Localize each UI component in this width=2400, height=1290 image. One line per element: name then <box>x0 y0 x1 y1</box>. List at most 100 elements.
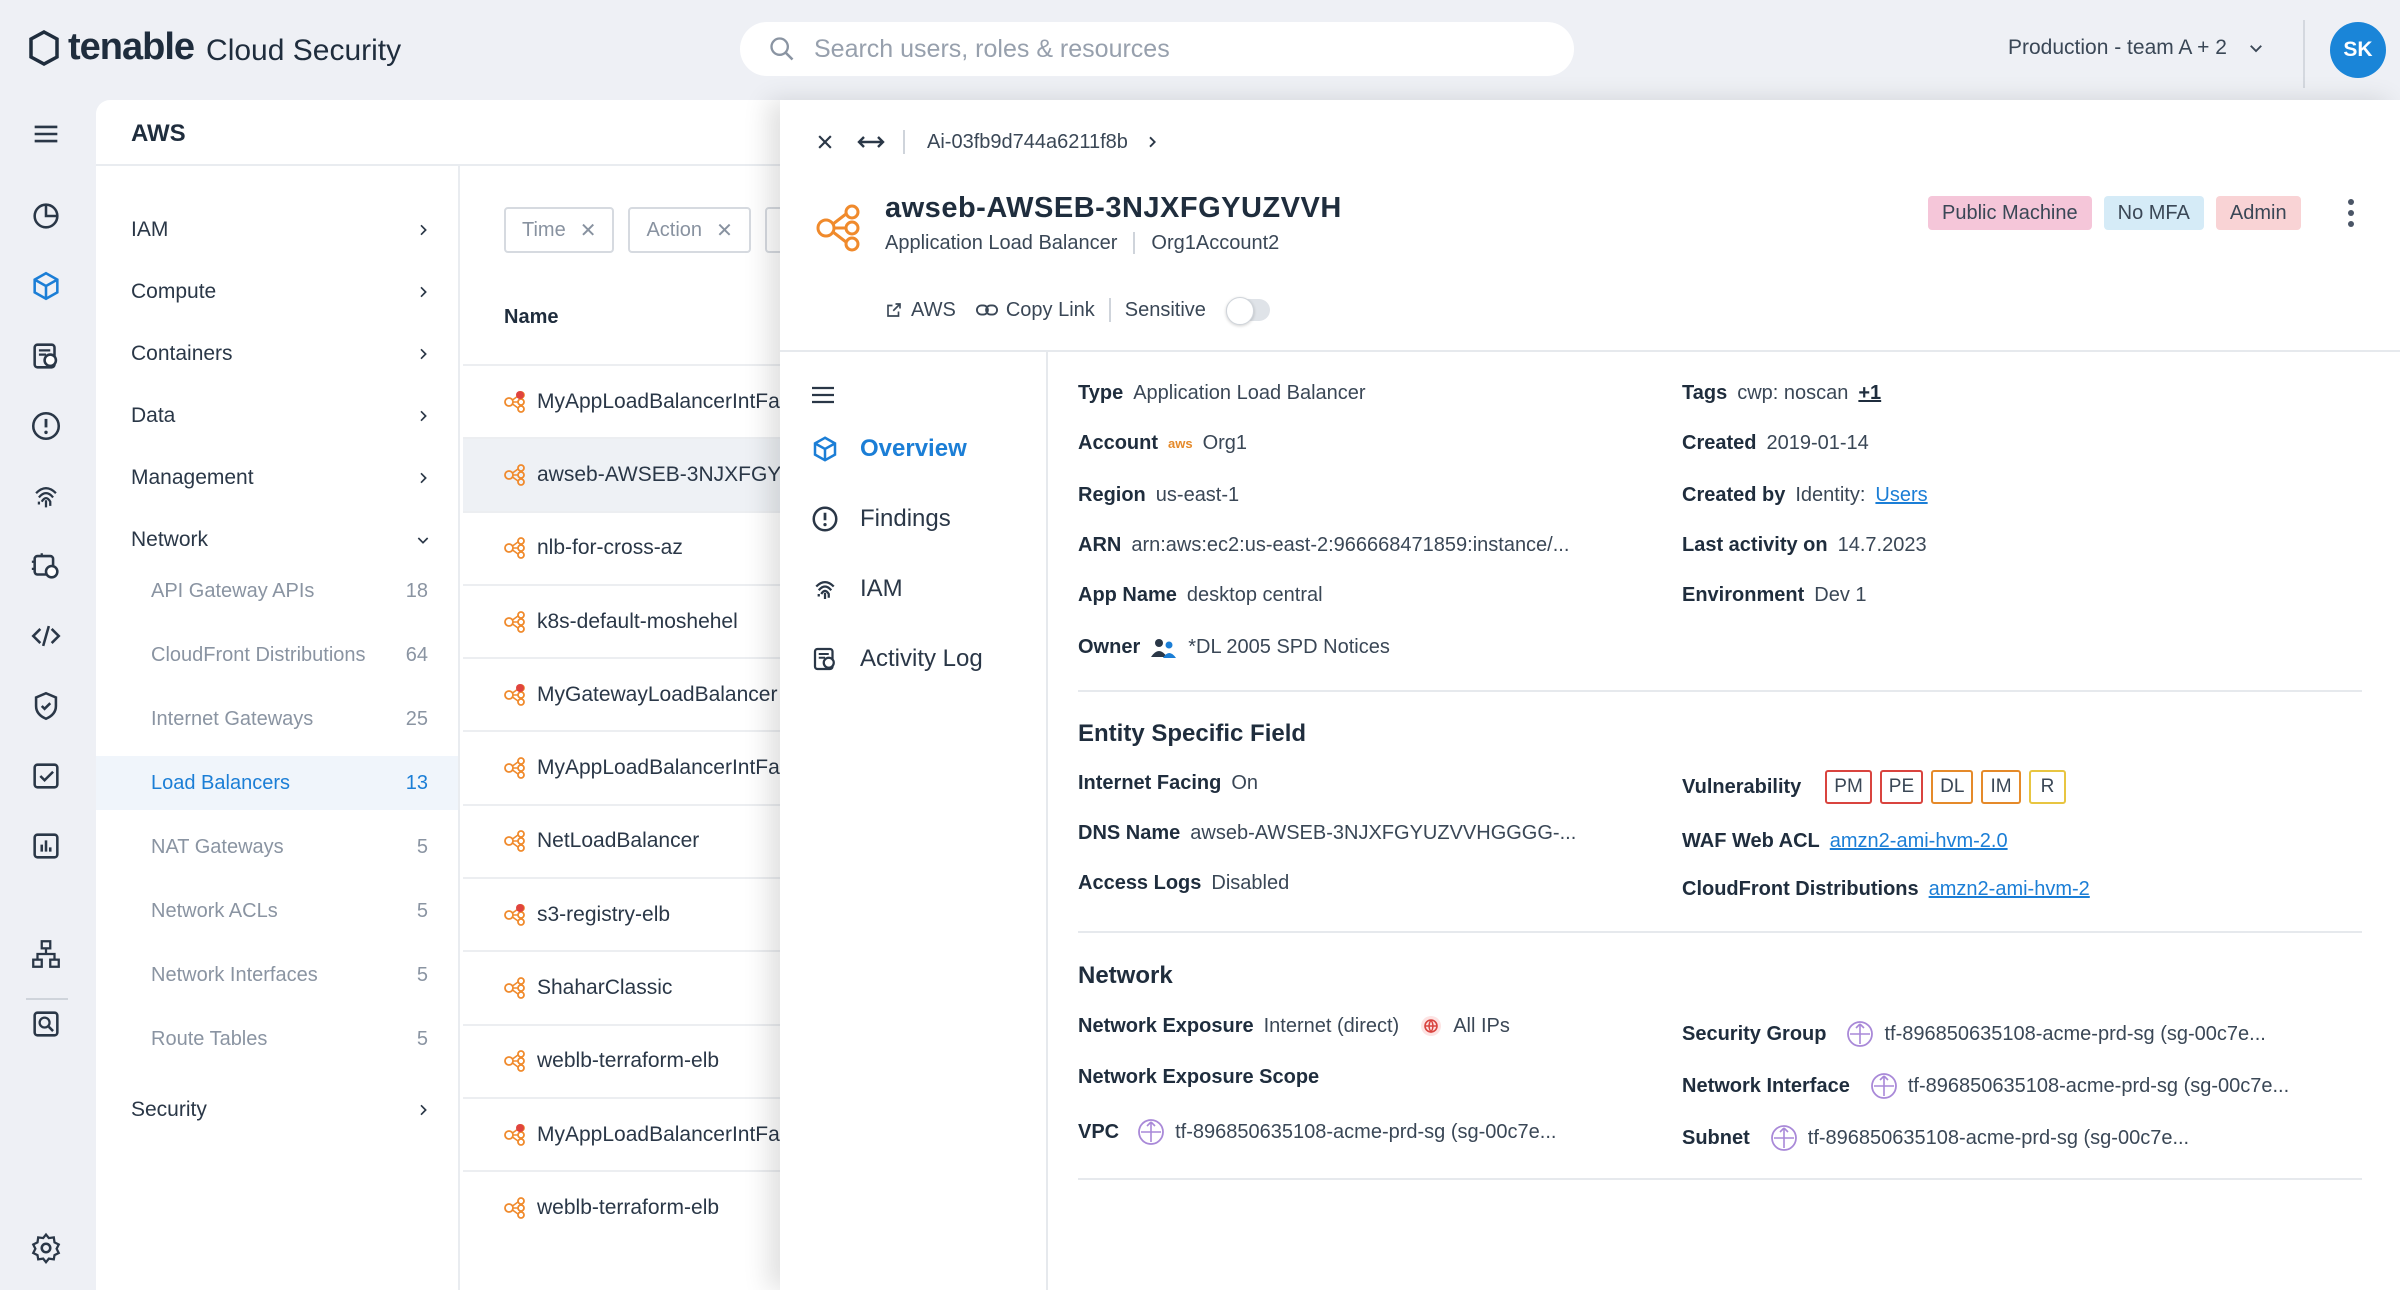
chevron-right-icon <box>420 1104 427 1116</box>
nav-category-management[interactable]: Management <box>131 466 431 490</box>
table-row[interactable]: nlb-for-cross-az <box>463 510 783 584</box>
close-icon[interactable] <box>815 132 835 152</box>
settings-icon[interactable] <box>26 1228 66 1268</box>
users-link[interactable]: Users <box>1875 484 1927 507</box>
chevron-right-icon <box>420 472 427 484</box>
nav-category-containers[interactable]: Containers <box>131 342 431 366</box>
tab-activity-log[interactable]: Activity Log <box>810 644 983 674</box>
search-doc-icon[interactable] <box>26 1004 66 1044</box>
nav-item-cloudfront[interactable]: CloudFront Distributions 64 <box>96 628 458 682</box>
chevron-down-icon <box>2249 45 2262 53</box>
field-value[interactable]: tf-896850635108-acme-prd-sg (sg-00c7e... <box>1884 1023 2265 1046</box>
nav-category-compute[interactable]: Compute <box>131 280 431 304</box>
table-row[interactable]: MyAppLoadBalancerIntFa <box>463 364 783 437</box>
field-label: Account <box>1078 432 1158 454</box>
analytics-icon[interactable] <box>26 826 66 866</box>
tenable-logo[interactable]: tenable Cloud Security <box>26 26 401 69</box>
nav-item-nat-gateways[interactable]: NAT Gateways 5 <box>96 820 458 874</box>
load-balancer-icon <box>504 757 525 780</box>
field-internet-facing: Internet Facing On <box>1078 772 1258 795</box>
nav-category-network[interactable]: Network <box>131 528 431 552</box>
nav-category-label: Containers <box>131 342 233 365</box>
nav-item-api-gateway[interactable]: API Gateway APIs 18 <box>96 564 458 618</box>
vulnerability-badge[interactable]: R <box>2028 770 2067 804</box>
tab-overview[interactable]: Overview <box>810 434 967 464</box>
table-row[interactable]: weblb-terraform-elb <box>463 1170 783 1243</box>
table-row[interactable]: awseb-AWSEB-3NJXFGY <box>463 437 783 511</box>
reports-icon[interactable] <box>26 336 66 376</box>
search-input[interactable] <box>814 34 1514 64</box>
resource-list: MyAppLoadBalancerIntFa awseb-AWSEB-3NJXFG… <box>463 364 783 1244</box>
copy-link-button[interactable]: Copy Link <box>975 299 1095 322</box>
row-name: NetLoadBalancer <box>537 829 700 853</box>
breadcrumb-id[interactable]: Ai-03fb9d744a6211f8b <box>927 131 1128 154</box>
vulnerability-badge[interactable]: DL <box>1931 770 1974 804</box>
open-aws-link[interactable]: AWS <box>885 299 956 322</box>
tab-findings[interactable]: Findings <box>810 504 951 534</box>
field-value[interactable]: tf-896850635108-acme-prd-sg (sg-00c7e... <box>1908 1075 2289 1098</box>
users-icon <box>1151 638 1177 658</box>
row-name: awseb-AWSEB-3NJXFGY <box>537 462 782 486</box>
field-created: Created 2019-01-14 <box>1682 432 1869 455</box>
field-value: *DL 2005 SPD Notices <box>1188 636 1390 658</box>
nav-item-label: Route Tables <box>151 1027 268 1050</box>
field-value[interactable]: tf-896850635108-acme-prd-sg (sg-00c7e... <box>1175 1121 1556 1144</box>
inventory-icon[interactable] <box>26 266 66 306</box>
table-row[interactable]: weblb-terraform-elb <box>463 1023 783 1097</box>
nav-item-network-acls[interactable]: Network ACLs 5 <box>96 884 458 938</box>
vulnerability-badge[interactable]: PM <box>1825 770 1872 804</box>
activity-log-icon <box>813 647 835 671</box>
nav-item-network-interfaces[interactable]: Network Interfaces 5 <box>96 948 458 1002</box>
table-row[interactable]: s3-registry-elb <box>463 877 783 950</box>
filter-chip-time[interactable]: Time ✕ <box>504 207 615 253</box>
filter-chip-action[interactable]: Action ✕ <box>628 207 751 253</box>
chevron-right-icon[interactable] <box>1144 134 1160 150</box>
field-arn: ARN arn:aws:ec2:us-east-2:966668471859:in… <box>1078 534 1569 557</box>
nav-item-internet-gateways[interactable]: Internet Gateways 25 <box>96 692 458 746</box>
vulnerability-badge[interactable]: IM <box>1981 770 2021 804</box>
findings-icon[interactable] <box>26 406 66 446</box>
aws-link-label: AWS <box>911 298 956 321</box>
dashboard-icon[interactable] <box>26 196 66 236</box>
vulnerability-badge[interactable]: PE <box>1879 770 1924 804</box>
close-icon[interactable]: ✕ <box>716 218 733 243</box>
field-network-interface: Network Interface tf-896850635108-acme-p… <box>1682 1072 2289 1100</box>
tab-iam[interactable]: IAM <box>810 574 903 604</box>
menu-icon[interactable] <box>26 114 66 154</box>
network-icon <box>1847 1021 1874 1047</box>
table-row[interactable]: MyAppLoadBalancerIntFa <box>463 730 783 803</box>
row-name: weblb-terraform-elb <box>537 1195 720 1219</box>
workloads-icon[interactable] <box>26 546 66 586</box>
nav-item-route-tables[interactable]: Route Tables 5 <box>96 1012 458 1066</box>
nav-category-security[interactable]: Security <box>131 1098 431 1122</box>
nav-category-iam[interactable]: IAM <box>131 218 431 242</box>
close-icon[interactable]: ✕ <box>580 218 597 243</box>
row-name: MyAppLoadBalancerIntFa <box>537 1122 780 1146</box>
link-icon <box>975 304 998 316</box>
avatar[interactable]: SK <box>2330 22 2386 78</box>
table-row[interactable]: MyGatewayLoadBalancer <box>463 657 783 730</box>
scope-selector[interactable]: Production - team A + 2 <box>2008 36 2265 60</box>
shield-icon[interactable] <box>26 686 66 726</box>
table-row[interactable]: NetLoadBalancer <box>463 803 783 877</box>
table-row[interactable]: k8s-default-moshehel <box>463 583 783 657</box>
cloudfront-link[interactable]: amzn2-ami-hvm-2 <box>1929 878 2090 901</box>
nav-item-load-balancers[interactable]: Load Balancers 13 <box>96 756 458 810</box>
expand-icon[interactable] <box>857 132 885 152</box>
fingerprint-icon[interactable] <box>26 476 66 516</box>
field-label: Environment <box>1682 584 1805 606</box>
more-options-icon[interactable] <box>2344 198 2358 228</box>
sensitive-toggle[interactable] <box>1225 297 1270 325</box>
field-value[interactable]: tf-896850635108-acme-prd-sg (sg-00c7e... <box>1808 1127 2189 1150</box>
tags-more-link[interactable]: +1 <box>1858 382 1881 405</box>
waf-link[interactable]: amzn2-ami-hvm-2.0 <box>1830 830 2008 853</box>
org-chart-icon[interactable] <box>26 934 66 974</box>
global-search[interactable] <box>740 22 1574 76</box>
table-row[interactable]: MyAppLoadBalancerIntFa <box>463 1096 783 1170</box>
code-icon[interactable] <box>26 616 66 656</box>
checklist-icon[interactable] <box>26 756 66 796</box>
column-header-name[interactable]: Name <box>504 306 558 329</box>
menu-icon[interactable] <box>810 384 836 406</box>
nav-category-data[interactable]: Data <box>131 404 431 428</box>
table-row[interactable]: ShaharClassic <box>463 950 783 1023</box>
